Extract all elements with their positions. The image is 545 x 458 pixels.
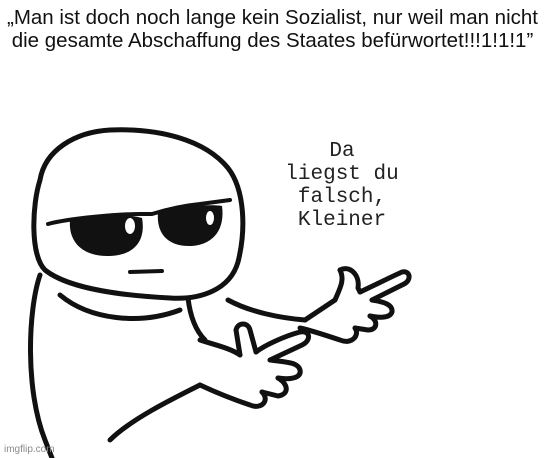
meme-caption: „Man ist doch noch lange kein Sozialist,… (7, 6, 538, 52)
speech-text: Da liegst du falsch, Kleiner (285, 140, 399, 232)
watermark: imgflip.com (4, 444, 55, 455)
